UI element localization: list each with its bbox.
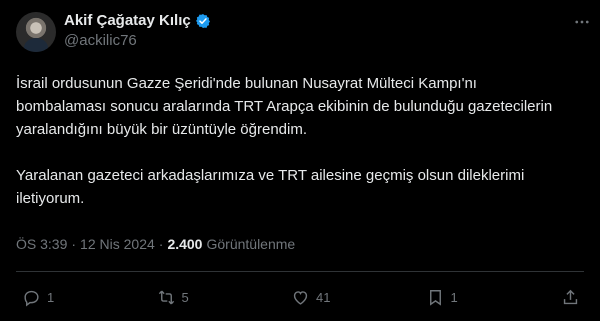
meta-separator: · <box>158 236 164 252</box>
tweet-paragraph: İsrail ordusunun Gazze Şeridi'nde buluna… <box>16 75 553 138</box>
reply-button[interactable]: 1 <box>22 288 62 307</box>
author-name-row: Akif Çağatay Kılıç <box>64 12 211 31</box>
tweet-meta: ÖS 3:39 · 12 Nis 2024 · 2.400 Görüntülen… <box>16 236 295 252</box>
action-bar: 1 5 41 1 <box>22 285 580 309</box>
reply-icon <box>24 290 39 306</box>
like-count: 41 <box>316 289 331 305</box>
views-count: 2.400 <box>167 236 203 252</box>
tweet-text: İsrail ordusunun Gazze Şeridi'nde buluna… <box>16 72 570 233</box>
tweet-date[interactable]: 12 Nis 2024 <box>80 236 155 252</box>
share-icon <box>563 289 578 304</box>
author-handle[interactable]: @ackilic76 <box>64 32 211 51</box>
bookmark-icon <box>429 289 441 306</box>
tweet-card: Akif Çağatay Kılıç @ackilic76 İsrail ord… <box>0 0 600 321</box>
tweet-header: Akif Çağatay Kılıç @ackilic76 <box>16 12 584 56</box>
divider <box>16 271 584 272</box>
meta-separator: · <box>71 236 77 252</box>
views-label: Görüntülenme <box>206 236 296 252</box>
retweet-count: 5 <box>181 289 189 305</box>
author-info: Akif Çağatay Kılıç @ackilic76 <box>64 12 211 51</box>
retweet-icon <box>158 290 174 304</box>
more-icon[interactable] <box>572 12 592 32</box>
verified-badge-icon[interactable] <box>195 13 211 29</box>
reply-count: 1 <box>47 289 55 305</box>
bookmark-count: 1 <box>450 289 458 305</box>
like-button[interactable]: 41 <box>291 288 331 307</box>
author-display-name[interactable]: Akif Çağatay Kılıç <box>64 12 191 31</box>
heart-icon <box>293 290 308 305</box>
share-button[interactable] <box>560 288 580 307</box>
retweet-button[interactable]: 5 <box>157 288 197 307</box>
avatar[interactable] <box>16 12 56 52</box>
tweet-paragraph: Yaralanan gazeteci arkadaşlarımıza ve TR… <box>16 167 525 207</box>
tweet-time[interactable]: ÖS 3:39 <box>16 236 67 252</box>
bookmark-button[interactable]: 1 <box>426 288 466 307</box>
